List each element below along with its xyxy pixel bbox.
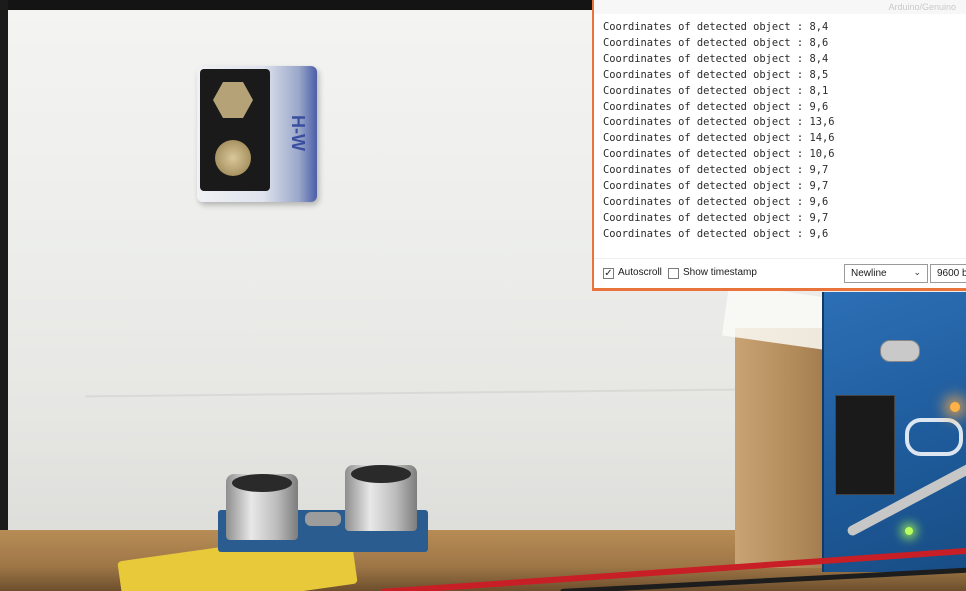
serial-output-line: Coordinates of detected object : 8,4 — [603, 21, 829, 33]
serial-output-line: Coordinates of detected object : 9,7 — [603, 211, 829, 224]
microcontroller-chip — [835, 395, 895, 495]
battery-round-terminal — [215, 140, 251, 176]
cardboard-post — [735, 328, 830, 568]
baud-rate-value: 9600 ba — [937, 268, 966, 279]
serial-monitor-window: Arduino/Genuino Coordinates of detected … — [592, 0, 966, 291]
serial-output-line: Coordinates of detected object : 13,6 — [603, 116, 835, 129]
serial-output-line: Coordinates of detected object : 10,6 — [603, 148, 835, 161]
transmitter-mesh — [232, 474, 292, 492]
receiver-mesh — [351, 465, 411, 483]
paper-fold — [85, 388, 735, 398]
serial-output-line: Coordinates of detected object : 14,6 — [603, 132, 835, 145]
serial-monitor-title-bar: Arduino/Genuino — [594, 0, 966, 14]
serial-output-line: Coordinates of detected object : 9,7 — [603, 164, 829, 177]
line-ending-value: Newline — [851, 268, 887, 279]
serial-output-line: Coordinates of detected object : 9,7 — [603, 180, 829, 193]
serial-output-line: Coordinates of detected object : 9,6 — [603, 227, 829, 240]
crystal-oscillator — [880, 340, 920, 362]
battery-brand-label: H-W — [288, 115, 308, 151]
serial-output-line: Coordinates of detected object : 8,6 — [603, 36, 829, 49]
window-title: Arduino/Genuino — [888, 2, 956, 12]
line-ending-select[interactable]: Newline ⌄ — [844, 264, 928, 283]
serial-output-line: Coordinates of detected object : 9,6 — [603, 100, 829, 113]
serial-output-line: Coordinates of detected object : 8,5 — [603, 68, 829, 81]
autoscroll-label: Autoscroll — [618, 267, 662, 278]
arduino-logo-icon — [905, 418, 963, 456]
show-timestamp-checkbox[interactable] — [668, 268, 679, 279]
left-edge-shadow — [0, 0, 8, 591]
power-led — [950, 402, 960, 412]
serial-monitor-footer: ✓ Autoscroll Show timestamp Newline ⌄ 96… — [594, 258, 966, 288]
baud-rate-select[interactable]: 9600 ba — [930, 264, 966, 283]
serial-output-area[interactable]: Coordinates of detected object : 8,4 Coor… — [594, 14, 966, 250]
serial-output-line: Coordinates of detected object : 8,1 — [603, 84, 829, 97]
autoscroll-checkbox[interactable]: ✓ — [603, 268, 614, 279]
serial-output-line: Coordinates of detected object : 8,4 — [603, 52, 829, 65]
serial-output-line: Coordinates of detected object : 9,6 — [603, 195, 829, 208]
show-timestamp-label: Show timestamp — [683, 267, 757, 278]
chevron-down-icon: ⌄ — [913, 267, 921, 277]
sensor-crystal — [305, 512, 341, 526]
status-led — [905, 527, 913, 535]
